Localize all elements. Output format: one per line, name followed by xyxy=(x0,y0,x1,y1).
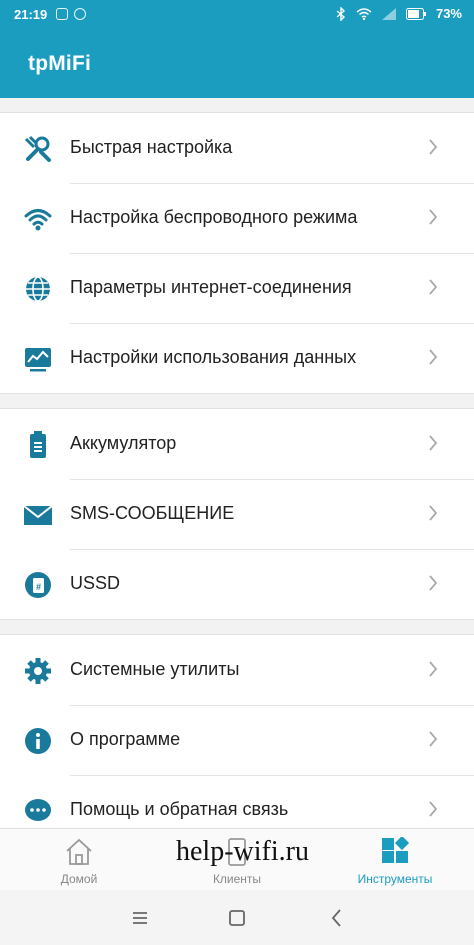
menu-item-about[interactable]: О программе xyxy=(0,705,474,775)
menu-item-label: О программе xyxy=(70,729,181,749)
tab-label: Инструменты xyxy=(357,872,433,886)
app-title: tpMiFi xyxy=(28,52,92,75)
menu-item-data-usage[interactable]: Настройки использования данных xyxy=(0,323,474,393)
system-section: Системные утилиты О программе Помощь и о… xyxy=(0,634,474,846)
battery-percent: 73% xyxy=(435,6,462,21)
menu-item-label: Быстрая настройка xyxy=(70,137,233,157)
tab-home[interactable]: Домой xyxy=(0,829,158,891)
gear-icon xyxy=(25,658,51,684)
menu-item-label: SMS-СООБЩЕНИЕ xyxy=(70,503,235,523)
wrench-icon xyxy=(24,135,51,162)
help-chat-icon xyxy=(25,799,51,821)
tools-list: Быстрая настройка Настройка беспроводног… xyxy=(0,98,474,846)
chevron-right-icon xyxy=(429,575,438,591)
wifi-status-icon xyxy=(356,7,372,20)
chevron-right-icon xyxy=(429,349,438,365)
menu-item-sms[interactable]: SMS-СООБЩЕНИЕ xyxy=(0,479,474,549)
status-time: 21:19 xyxy=(14,7,48,22)
chevron-right-icon xyxy=(429,209,438,225)
menu-item-label: Системные утилиты xyxy=(70,659,240,679)
menu-icon[interactable] xyxy=(128,906,152,930)
tab-label: Клиенты xyxy=(212,872,262,886)
notification-icon xyxy=(56,8,68,20)
chevron-right-icon xyxy=(429,731,438,747)
back-icon[interactable] xyxy=(325,906,349,930)
tab-label: Домой xyxy=(60,872,98,886)
chevron-right-icon xyxy=(429,801,438,817)
system-nav-bar xyxy=(0,890,474,945)
menu-item-label: USSD xyxy=(70,573,121,593)
watermark-text: help-wifi.ru xyxy=(176,836,309,867)
chevron-right-icon xyxy=(429,279,438,295)
battery-status-icon xyxy=(405,7,426,20)
settings-section: Быстрая настройка Настройка беспроводног… xyxy=(0,112,474,394)
menu-item-label: Параметры интернет-соединения xyxy=(70,277,352,297)
battery-icon xyxy=(30,431,46,458)
envelope-icon xyxy=(24,505,52,525)
signal-icon xyxy=(381,7,396,20)
chevron-right-icon xyxy=(429,505,438,521)
info-icon xyxy=(25,728,51,754)
home-icon xyxy=(66,838,92,865)
menu-item-system-tools[interactable]: Системные утилиты xyxy=(0,635,474,705)
chevron-right-icon xyxy=(429,661,438,677)
bluetooth-icon xyxy=(336,6,345,21)
globe-icon xyxy=(26,276,50,302)
notification-icon xyxy=(74,8,86,20)
device-section: Аккумулятор SMS-СООБЩЕНИЕ # USSD xyxy=(0,408,474,620)
menu-item-wireless[interactable]: Настройка беспроводного режима xyxy=(0,183,474,253)
ussd-icon: # xyxy=(25,572,51,598)
status-right: 73% xyxy=(336,6,462,21)
app-header: tpMiFi xyxy=(0,30,474,98)
wifi-icon xyxy=(24,209,52,231)
tab-tools[interactable]: Инструменты xyxy=(316,829,474,891)
menu-item-ussd[interactable]: # USSD xyxy=(0,549,474,619)
status-bar: 21:19 73% xyxy=(0,0,474,30)
chevron-right-icon xyxy=(429,139,438,155)
chevron-right-icon xyxy=(429,435,438,451)
home-button-icon[interactable] xyxy=(225,906,249,930)
menu-item-battery[interactable]: Аккумулятор xyxy=(0,409,474,479)
menu-item-internet[interactable]: Параметры интернет-соединения xyxy=(0,253,474,323)
tools-grid-icon xyxy=(382,837,410,863)
menu-item-label: Настройки использования данных xyxy=(70,347,357,367)
svg-text:#: # xyxy=(36,582,41,592)
menu-item-label: Настройка беспроводного режима xyxy=(70,207,358,227)
menu-item-quick-setup[interactable]: Быстрая настройка xyxy=(0,113,474,183)
menu-item-label: Аккумулятор xyxy=(70,433,177,453)
menu-item-label: Помощь и обратная связь xyxy=(70,799,289,819)
data-usage-icon xyxy=(25,348,51,372)
